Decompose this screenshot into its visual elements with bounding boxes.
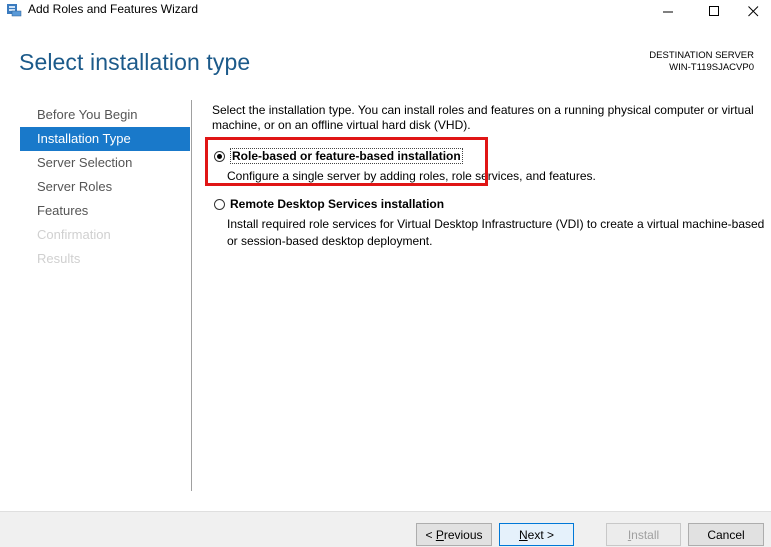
title-bar: Add Roles and Features Wizard bbox=[0, 0, 771, 22]
close-button[interactable] bbox=[735, 0, 771, 22]
nav-item-server-roles[interactable]: Server Roles bbox=[20, 175, 190, 199]
remote-desktop-radio[interactable] bbox=[214, 199, 225, 210]
previous-prefix: < bbox=[425, 527, 436, 542]
nav-item-installation-type[interactable]: Installation Type bbox=[20, 127, 190, 151]
install-button: Install bbox=[606, 523, 681, 546]
destination-label: DESTINATION SERVER bbox=[649, 50, 754, 61]
minimize-button[interactable] bbox=[645, 0, 691, 22]
nav-item-confirmation: Confirmation bbox=[37, 227, 111, 242]
next-rest: ext > bbox=[527, 527, 555, 542]
window-title: Add Roles and Features Wizard bbox=[28, 2, 199, 16]
intro-text: Select the installation type. You can in… bbox=[212, 103, 754, 132]
install-rest: nstall bbox=[631, 527, 660, 542]
server-manager-icon bbox=[6, 3, 22, 17]
previous-accel: P bbox=[435, 527, 444, 542]
wizard-steps-nav: Before You Begin Installation Type Serve… bbox=[20, 103, 190, 271]
close-icon bbox=[747, 5, 758, 16]
minimize-icon bbox=[662, 11, 673, 12]
highlight-box bbox=[205, 137, 488, 186]
wizard-footer: < Previous Next > Install Cancel bbox=[0, 511, 771, 547]
next-accel: N bbox=[518, 527, 528, 542]
remote-desktop-description: Install required role services for Virtu… bbox=[227, 217, 765, 248]
destination-server-info: DESTINATION SERVER WIN-T119SJACVP0 bbox=[649, 50, 754, 74]
maximize-button[interactable] bbox=[691, 0, 737, 22]
nav-item-features[interactable]: Features bbox=[20, 199, 190, 223]
remote-desktop-label[interactable]: Remote Desktop Services installation bbox=[230, 197, 444, 211]
nav-item-server-selection[interactable]: Server Selection bbox=[20, 151, 190, 175]
previous-rest: revious bbox=[443, 527, 483, 542]
main-content: Select the installation type. You can in… bbox=[212, 103, 767, 248]
nav-item-results: Results bbox=[37, 251, 81, 266]
previous-button[interactable]: < Previous bbox=[416, 523, 492, 546]
cancel-button[interactable]: Cancel bbox=[688, 523, 764, 546]
destination-server-name: WIN-T119SJACVP0 bbox=[669, 62, 754, 73]
next-button[interactable]: Next > bbox=[499, 523, 574, 546]
maximize-icon bbox=[708, 5, 719, 16]
page-title: Select installation type bbox=[19, 49, 251, 75]
nav-divider bbox=[191, 100, 192, 491]
nav-item-before-you-begin[interactable]: Before You Begin bbox=[20, 103, 190, 127]
